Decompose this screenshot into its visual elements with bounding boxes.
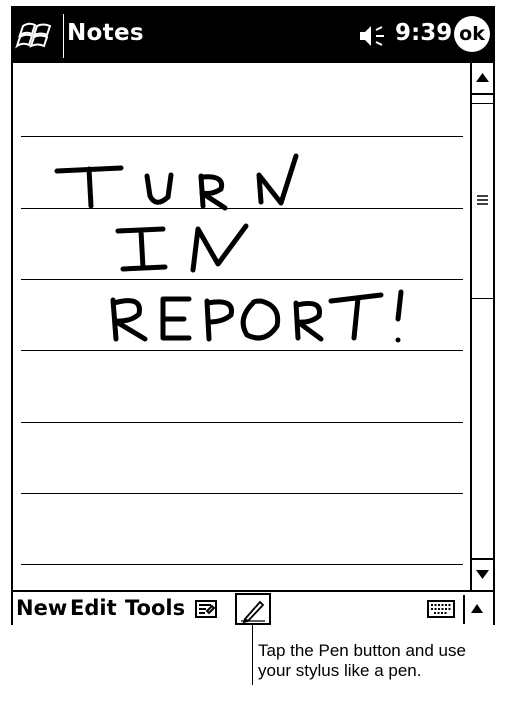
title-separator [63,14,64,58]
pen-icon [241,600,265,624]
handwriting-word-turn [54,153,299,211]
up-arrow-icon [476,73,489,82]
input-panel-separator [463,595,465,624]
app-title: Notes [67,20,144,46]
vertical-scrollbar[interactable] [470,63,493,590]
start-button[interactable] [15,14,59,58]
ok-button[interactable]: ok [454,16,490,52]
note-writing-area[interactable] [13,63,470,590]
menu-tools[interactable]: Tools [125,596,185,620]
handwriting-word-in [115,223,249,273]
scroll-up-button[interactable] [472,63,493,95]
grip-icon [477,195,488,205]
up-arrow-icon[interactable] [471,604,483,613]
keyboard-icon[interactable] [427,600,455,618]
callout-pointer-line [252,625,253,685]
recorder-icon[interactable] [195,600,217,618]
pen-button[interactable] [235,593,271,625]
callout-line-1: Tap the Pen button and use [258,641,466,660]
callout-line-2: your stylus like a pen. [258,661,422,680]
menu-bar: New Edit Tools [13,590,493,625]
menu-edit[interactable]: Edit [70,596,117,620]
menu-new[interactable]: New [16,596,67,620]
windows-start-icon [15,22,52,49]
handwriting-word-report [110,289,404,342]
down-arrow-icon [476,570,489,579]
volume-icon[interactable] [358,23,388,49]
scroll-down-button[interactable] [472,558,493,590]
callout-caption: Tap the Pen button and use your stylus l… [258,641,528,681]
clock[interactable]: 9:39 [395,20,452,46]
scroll-thumb[interactable] [472,103,493,299]
title-bar: Notes 9:39 ok [13,8,493,63]
handwriting-ink [54,153,404,343]
pocket-pc-screen: Notes 9:39 ok New Edit Tools [11,6,495,625]
